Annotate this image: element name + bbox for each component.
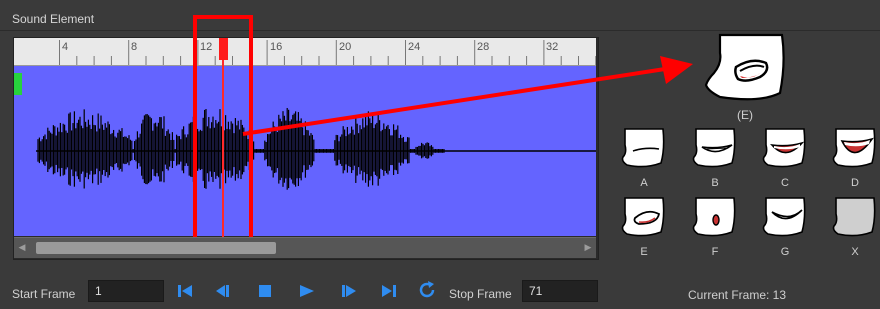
ruler-label: 4 xyxy=(62,41,69,53)
skip-to-first-icon xyxy=(178,285,192,297)
ruler-label: 16 xyxy=(270,41,283,53)
start-frame-input[interactable] xyxy=(88,280,164,302)
scrollbar-thumb[interactable] xyxy=(36,242,276,254)
selected-mouth-label: (E) xyxy=(737,108,753,122)
scroll-right-arrow-icon[interactable]: ▶ xyxy=(580,238,596,257)
last-frame-button[interactable] xyxy=(378,281,400,301)
next-frame-button[interactable] xyxy=(338,281,360,301)
mouth-d-thumbnail[interactable] xyxy=(830,127,880,169)
start-frame-label: Start Frame xyxy=(12,287,76,301)
audio-waveform xyxy=(36,107,596,190)
skip-to-last-icon xyxy=(382,285,396,297)
first-frame-button[interactable] xyxy=(174,281,196,301)
mouth-label: G xyxy=(780,246,790,258)
mouth-f-thumbnail[interactable] xyxy=(690,196,740,238)
loop-button[interactable] xyxy=(416,280,438,300)
scroll-left-arrow-icon[interactable]: ◀ xyxy=(14,238,30,257)
mouth-c-thumbnail[interactable] xyxy=(760,127,810,169)
mouth-label: A xyxy=(640,177,648,189)
stop-frame-input[interactable] xyxy=(522,280,598,302)
mouth-x-thumbnail[interactable] xyxy=(830,196,880,238)
mouth-b-thumbnail[interactable] xyxy=(690,127,740,169)
mouth-g-thumbnail[interactable] xyxy=(760,196,810,238)
stop-button[interactable] xyxy=(254,281,276,301)
mouth-label: E xyxy=(640,246,648,258)
next-frame-icon xyxy=(342,285,356,297)
ruler-label: 28 xyxy=(477,41,490,53)
play-icon xyxy=(300,285,314,297)
frame-ruler[interactable]: 4 8 12 16 20 24 28 32 xyxy=(14,38,596,66)
panel-title: Sound Element xyxy=(12,12,95,26)
mouth-label: D xyxy=(851,177,859,189)
mouth-e-thumbnail[interactable] xyxy=(619,196,669,238)
stop-icon xyxy=(259,285,271,297)
stop-frame-label: Stop Frame xyxy=(449,287,512,301)
mouth-label: B xyxy=(711,177,719,189)
sound-start-marker[interactable] xyxy=(14,73,22,95)
play-button[interactable] xyxy=(296,281,318,301)
mouth-a-thumbnail[interactable] xyxy=(619,127,669,169)
selected-mouth-drawing xyxy=(704,33,785,101)
mouth-label: X xyxy=(851,246,859,258)
mouth-label: F xyxy=(711,246,719,258)
ruler-label: 20 xyxy=(339,41,352,53)
ruler-label: 24 xyxy=(408,41,421,53)
current-frame-highlight xyxy=(193,15,253,250)
previous-frame-icon xyxy=(216,285,229,297)
loop-icon xyxy=(419,281,435,298)
ruler-label: 8 xyxy=(131,41,138,53)
title-divider xyxy=(0,30,880,31)
ruler-label: 32 xyxy=(546,41,559,53)
current-frame-readout: Current Frame: 13 xyxy=(688,288,787,302)
mouth-label: C xyxy=(781,177,789,189)
previous-frame-button[interactable] xyxy=(212,281,234,301)
ruler-ticks xyxy=(59,40,596,65)
